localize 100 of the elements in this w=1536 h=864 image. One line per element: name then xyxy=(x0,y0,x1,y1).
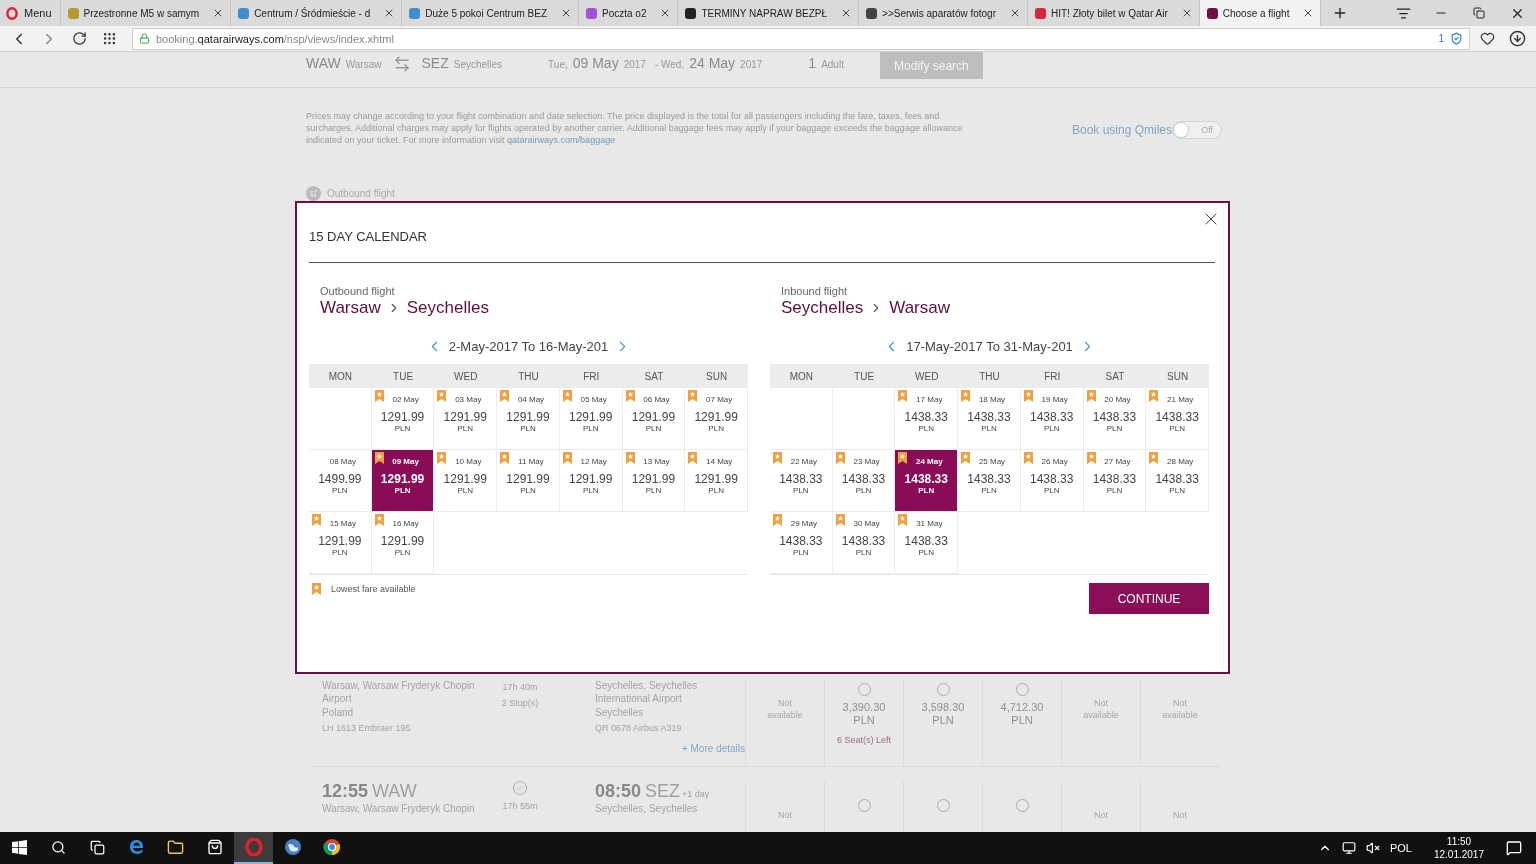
chrome-logo-icon xyxy=(322,838,341,856)
day-cell[interactable]: 04 May 1291.99 PLN xyxy=(497,388,560,450)
day-cell[interactable]: 10 May 1291.99 PLN xyxy=(434,450,498,512)
day-cell[interactable]: 19 May 1438.33 PLN xyxy=(1020,388,1084,450)
weekday-label: WED xyxy=(453,369,479,384)
day-cell[interactable]: 15 May 1291.99 PLN xyxy=(309,512,372,574)
network-icon[interactable] xyxy=(1341,841,1356,855)
day-cell[interactable]: 09 May 1291.99 PLN xyxy=(371,450,435,512)
weekday-label: MON xyxy=(327,369,353,384)
arrival-airport: Seychelles, Seychelles xyxy=(595,802,699,815)
folder-icon xyxy=(167,838,184,856)
ribbon-icon xyxy=(312,583,321,595)
legend-text: Lowest fare available xyxy=(331,584,416,594)
day-cell[interactable]: 17 May 1438.33 PLN xyxy=(895,388,959,450)
seats-left: 6 Seat(s) Left xyxy=(837,735,891,745)
blocked-count: 1 xyxy=(1438,33,1444,44)
continue-button[interactable]: CONTINUE xyxy=(1089,583,1209,614)
fare-price: 4,712.30 xyxy=(1000,701,1044,714)
qmiles-label: Book using Qmiles xyxy=(1071,123,1172,137)
return-date: 24 May xyxy=(689,55,736,71)
weekday-label: FRI xyxy=(582,369,601,384)
day-cell[interactable]: 03 May 1291.99 PLN xyxy=(434,388,498,450)
browser-e-icon xyxy=(127,838,146,856)
day-cell[interactable]: 21 May 1438.33 PLN xyxy=(1146,388,1209,450)
not-available-text: Not available xyxy=(1082,697,1120,721)
departure-country: Poland xyxy=(322,706,355,719)
day-cell[interactable]: 30 May 1438.33 PLN xyxy=(832,512,896,574)
fare-currency: PLN xyxy=(853,714,875,727)
browser-tab[interactable]: Choose a flight xyxy=(1199,0,1322,26)
day-cell[interactable]: 28 May 1438.33 PLN xyxy=(1146,450,1209,512)
tab-title: Centrum / Śródmieście - d xyxy=(254,7,371,19)
arrival-time: 08:50 SEZ xyxy=(595,781,681,801)
duration: 17h 40m xyxy=(502,681,538,694)
close-icon[interactable] xyxy=(1009,7,1021,19)
passenger-type: Adult xyxy=(821,59,844,70)
day-cell[interactable]: 26 May 1438.33 PLN xyxy=(1020,450,1084,512)
departure-airport: Warsaw, Warsaw Fryderyk Chopin Airport xyxy=(322,679,476,705)
day-cell[interactable]: 31 May 1438.33 PLN xyxy=(895,512,959,574)
origin-city: Warsaw xyxy=(345,59,382,70)
close-icon[interactable] xyxy=(560,7,572,19)
tab-title: Duże 5 pokoi Centrum BEZ xyxy=(425,7,547,19)
return-weekday: - Wed, xyxy=(654,59,685,70)
destination-code: SEZ xyxy=(421,55,449,71)
arrival-country: Seychelles xyxy=(595,706,645,719)
grid-icon xyxy=(101,31,117,46)
plane-icon xyxy=(306,186,321,201)
fare-currency: PLN xyxy=(1011,714,1033,727)
url-text: booking.qatarairways.com/nsp/views/index.xhtml xyxy=(156,32,395,45)
stops: 2 Stop(s) xyxy=(501,697,539,710)
weekday-label: FRI xyxy=(1043,369,1062,384)
day-cell[interactable]: 23 May 1438.33 PLN xyxy=(832,450,896,512)
muted-speaker-icon[interactable] xyxy=(1365,841,1380,855)
arrival-airport: Seychelles, Seychelles International Airport xyxy=(595,679,699,705)
shield-icon[interactable] xyxy=(1450,32,1463,45)
address-field[interactable]: booking.qatarairways.com/nsp/views/index.xhtml 1 xyxy=(132,27,1470,50)
clock[interactable]: 11:50 12.01.2017 xyxy=(1433,835,1484,861)
weekday-label: SUN xyxy=(1166,369,1190,384)
day-cell[interactable]: 07 May 1291.99 PLN xyxy=(685,388,748,450)
day-cell[interactable]: 27 May 1438.33 PLN xyxy=(1083,450,1147,512)
day-cell[interactable]: 24 May 1438.33 PLN xyxy=(895,450,959,512)
day-cell[interactable]: 05 May 1291.99 PLN xyxy=(559,388,623,450)
tab-title: TERMINY NAPRAW BEZPŁ xyxy=(701,7,828,19)
route-destination: Warsaw xyxy=(889,298,950,318)
input-language[interactable]: POL xyxy=(1389,842,1412,854)
tab-title: Poczta o2 xyxy=(602,7,647,19)
day-cell[interactable]: 06 May 1291.99 PLN xyxy=(622,388,686,450)
weekday-label: THU xyxy=(978,369,1001,384)
destination-city: Seychelles xyxy=(453,59,503,70)
day-cell[interactable]: 13 May 1291.99 PLN xyxy=(622,450,686,512)
origin-code: WAW xyxy=(306,55,341,71)
day-cell[interactable]: 25 May 1438.33 PLN xyxy=(958,450,1021,512)
weekday-label: SAT xyxy=(1104,369,1126,384)
day-cell[interactable]: 12 May 1291.99 PLN xyxy=(559,450,623,512)
day-cell[interactable]: 02 May 1291.99 PLN xyxy=(371,388,435,450)
download-icon xyxy=(1508,30,1526,47)
notifications-icon[interactable] xyxy=(1506,840,1522,856)
day-cell[interactable]: 11 May 1291.99 PLN xyxy=(497,450,560,512)
day-cell[interactable]: 20 May 1438.33 PLN xyxy=(1083,388,1147,450)
restore-icon xyxy=(1473,7,1485,19)
heart-icon xyxy=(1479,31,1495,46)
day-cell[interactable]: 14 May 1291.99 PLN xyxy=(685,450,748,512)
day-cell[interactable]: 22 May 1438.33 PLN xyxy=(770,450,833,512)
route-origin: Warsaw xyxy=(320,298,381,318)
lock-icon xyxy=(139,33,150,44)
opera-logo-icon xyxy=(244,838,263,856)
fare-currency: PLN xyxy=(932,714,954,727)
flight-number: QR 0678 Airbus A319 xyxy=(595,722,683,735)
depart-weekday: Tue, xyxy=(548,59,568,70)
task-view-icon xyxy=(90,839,105,855)
weekday-label: SAT xyxy=(643,369,665,384)
day-cell[interactable]: 16 May 1291.99 PLN xyxy=(371,512,435,574)
fare-price: 3,390.30 xyxy=(842,701,886,714)
day-cell[interactable]: 08 May 1499.99 PLN xyxy=(309,450,372,512)
section-label: Outbound flight xyxy=(327,188,395,199)
day-cell[interactable]: 29 May 1438.33 PLN xyxy=(770,512,833,574)
day-cell[interactable]: 18 May 1438.33 PLN xyxy=(958,388,1021,450)
flight-number: LH 1613 Embraer 195 xyxy=(322,722,412,735)
next-day-label: +1 day xyxy=(682,789,710,799)
depart-date: 09 May xyxy=(572,55,619,71)
passenger-count: 1 xyxy=(808,55,817,71)
